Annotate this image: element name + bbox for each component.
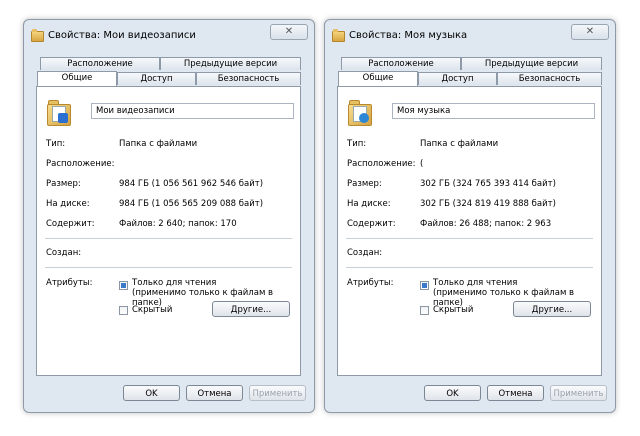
hidden-label: Скрытый [132,305,173,315]
created-label: Создан: [46,248,82,258]
size-value: 984 ГБ (1 056 561 962 546 байт) [119,179,264,189]
tab-general[interactable]: Общие [338,71,418,86]
properties-window-music: Свойства: Моя музыка ✕ Расположение Пред… [324,19,616,413]
other-attributes-button[interactable]: Другие... [513,301,591,317]
readonly-checkbox[interactable] [119,281,128,290]
close-button[interactable]: ✕ [270,24,308,40]
tab-location[interactable]: Расположение [40,57,160,70]
location-value: ( [420,159,424,169]
general-panel: Моя музыка Тип: Папка с файлами Располож… [337,86,602,376]
window-title: Свойства: Моя музыка [349,30,468,41]
divider [45,267,292,268]
type-value: Папка с файлами [119,139,198,149]
folder-name-input[interactable]: Мои видеозаписи [91,103,294,119]
divider [45,238,292,239]
title-bar[interactable]: Свойства: Мои видеозаписи ✕ [24,20,314,48]
video-folder-icon [47,100,71,126]
apply-button[interactable]: Применить [249,385,306,401]
tab-location[interactable]: Расположение [341,57,461,70]
tab-previous-versions[interactable]: Предыдущие версии [461,57,602,70]
attributes-label: Атрибуты: [46,278,93,288]
readonly-checkbox[interactable] [420,281,429,290]
size-label: Размер: [347,179,382,189]
tab-security[interactable]: Безопасность [196,72,301,85]
location-label: Расположение: [46,159,115,169]
tab-security[interactable]: Безопасность [497,72,602,85]
properties-window-videos: Свойства: Мои видеозаписи ✕ Расположение… [23,19,315,413]
tab-general[interactable]: Общие [37,71,117,86]
folder-name-input[interactable]: Моя музыка [392,103,595,119]
contains-label: Содержит: [347,219,396,229]
created-label: Создан: [347,248,383,258]
readonly-label: Только для чтения [433,278,518,288]
on-disk-label: На диске: [347,199,391,209]
divider [346,267,593,268]
on-disk-value: 302 ГБ (324 819 419 888 байт) [420,199,556,209]
size-label: Размер: [46,179,81,189]
contains-label: Содержит: [46,219,95,229]
folder-icon [332,29,345,42]
divider [346,238,593,239]
tab-sharing[interactable]: Доступ [117,72,196,85]
cancel-button[interactable]: Отмена [487,385,544,401]
tab-previous-versions[interactable]: Предыдущие версии [160,57,301,70]
type-label: Тип: [347,139,367,149]
general-panel: Мои видеозаписи Тип: Папка с файлами Рас… [36,86,301,376]
ok-button[interactable]: OK [123,385,180,401]
type-value: Папка с файлами [420,139,499,149]
attributes-label: Атрибуты: [347,278,394,288]
contains-value: Файлов: 26 488; папок: 2 963 [420,219,552,229]
other-attributes-button[interactable]: Другие... [212,301,290,317]
title-bar[interactable]: Свойства: Моя музыка ✕ [325,20,615,48]
on-disk-label: На диске: [46,199,90,209]
hidden-label: Скрытый [433,305,474,315]
close-button[interactable]: ✕ [571,24,609,40]
hidden-checkbox[interactable] [420,306,429,315]
contains-value: Файлов: 2 640; папок: 170 [119,219,237,229]
music-folder-icon [348,100,372,126]
tab-sharing[interactable]: Доступ [418,72,497,85]
folder-icon [31,29,44,42]
hidden-checkbox[interactable] [119,306,128,315]
readonly-label: Только для чтения [132,278,217,288]
ok-button[interactable]: OK [424,385,481,401]
size-value: 302 ГБ (324 765 393 414 байт) [420,179,556,189]
cancel-button[interactable]: Отмена [186,385,243,401]
location-label: Расположение: [347,159,416,169]
type-label: Тип: [46,139,66,149]
apply-button[interactable]: Применить [550,385,607,401]
window-title: Свойства: Мои видеозаписи [48,30,196,41]
on-disk-value: 984 ГБ (1 056 565 209 088 байт) [119,199,264,209]
